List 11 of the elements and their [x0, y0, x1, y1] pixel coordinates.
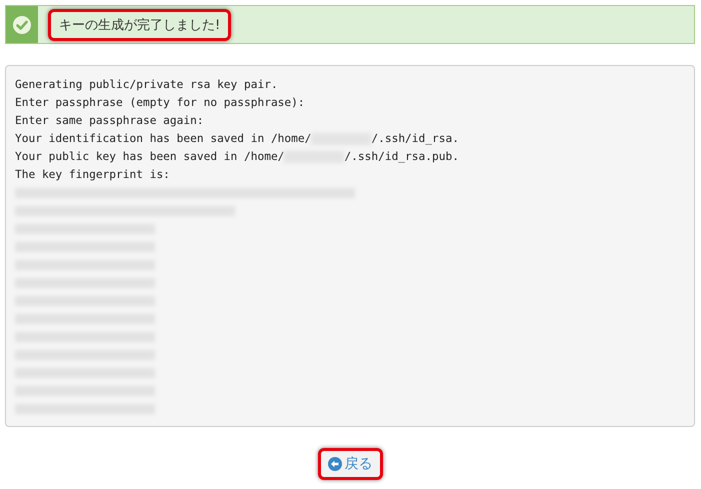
output-line: Your public key has been saved in /home/: [15, 149, 284, 165]
output-line: Your identification has been saved in /home/: [15, 131, 312, 147]
output-line-end: /.ssh/id_rsa.: [371, 131, 459, 147]
check-icon: [12, 14, 32, 34]
success-message: キーの生成が完了しました!: [48, 8, 232, 40]
output-line: Enter passphrase (empty for no passphrase):: [15, 95, 305, 111]
output-line: The key fingerprint is:: [15, 167, 170, 183]
output-line: Generating public/private rsa key pair.: [15, 77, 278, 93]
output-line: Enter same passphrase again:: [15, 113, 204, 129]
back-button[interactable]: 戻る: [318, 448, 382, 480]
output-line-end: /.ssh/id_rsa.pub.: [344, 149, 459, 165]
